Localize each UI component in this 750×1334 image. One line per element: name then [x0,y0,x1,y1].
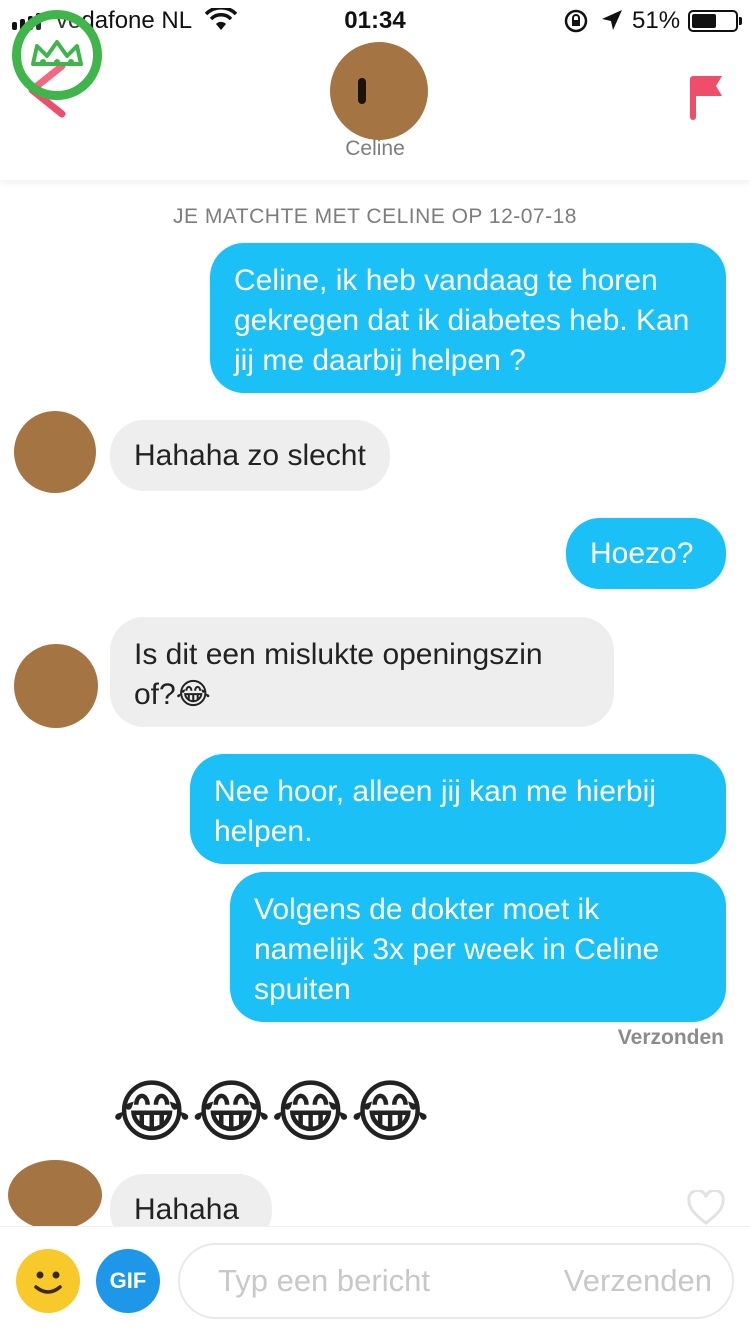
emoji-picker-button[interactable] [16,1249,80,1313]
message-sent[interactable]: Celine, ik heb vandaag te horen gekregen… [210,243,726,393]
heart-icon[interactable] [686,1190,726,1226]
sender-avatar[interactable] [8,1160,102,1230]
contact-name: Celine [345,137,405,160]
send-button[interactable]: Verzenden [564,1263,712,1299]
message-sent[interactable]: Nee hoor, alleen jij kan me hierbij help… [190,754,726,864]
sender-avatar[interactable] [14,411,96,493]
report-flag-icon[interactable] [688,72,724,122]
gif-button[interactable]: GIF [96,1249,160,1313]
crown-watermark-icon [12,10,102,100]
contact-avatar[interactable] [330,42,428,140]
emoji-message[interactable]: 😂😂😂😂 [112,1070,430,1154]
message-sent[interactable]: Hoezo? [566,518,726,589]
message-received[interactable]: Hahaha zo slecht [110,420,390,491]
emoji-message-text: 😂😂😂😂 [112,1074,430,1150]
chat-header: Celine [0,0,750,180]
compose-bar: GIF Typ een bericht Verzenden [0,1226,750,1334]
match-notice: JE MATCHTE MET CELINE OP 12-07-18 [173,205,577,228]
message-received[interactable]: Is dit een mislukte openingszin of?😂 [110,617,614,727]
message-sent[interactable]: Volgens de dokter moet ik namelijk 3x pe… [230,872,726,1022]
message-input[interactable]: Typ een bericht Verzenden [178,1243,734,1319]
smiley-icon [34,1271,62,1294]
delivered-status: Verzonden [617,1026,724,1049]
message-input-placeholder: Typ een bericht [218,1263,430,1298]
sender-avatar[interactable] [14,644,98,728]
